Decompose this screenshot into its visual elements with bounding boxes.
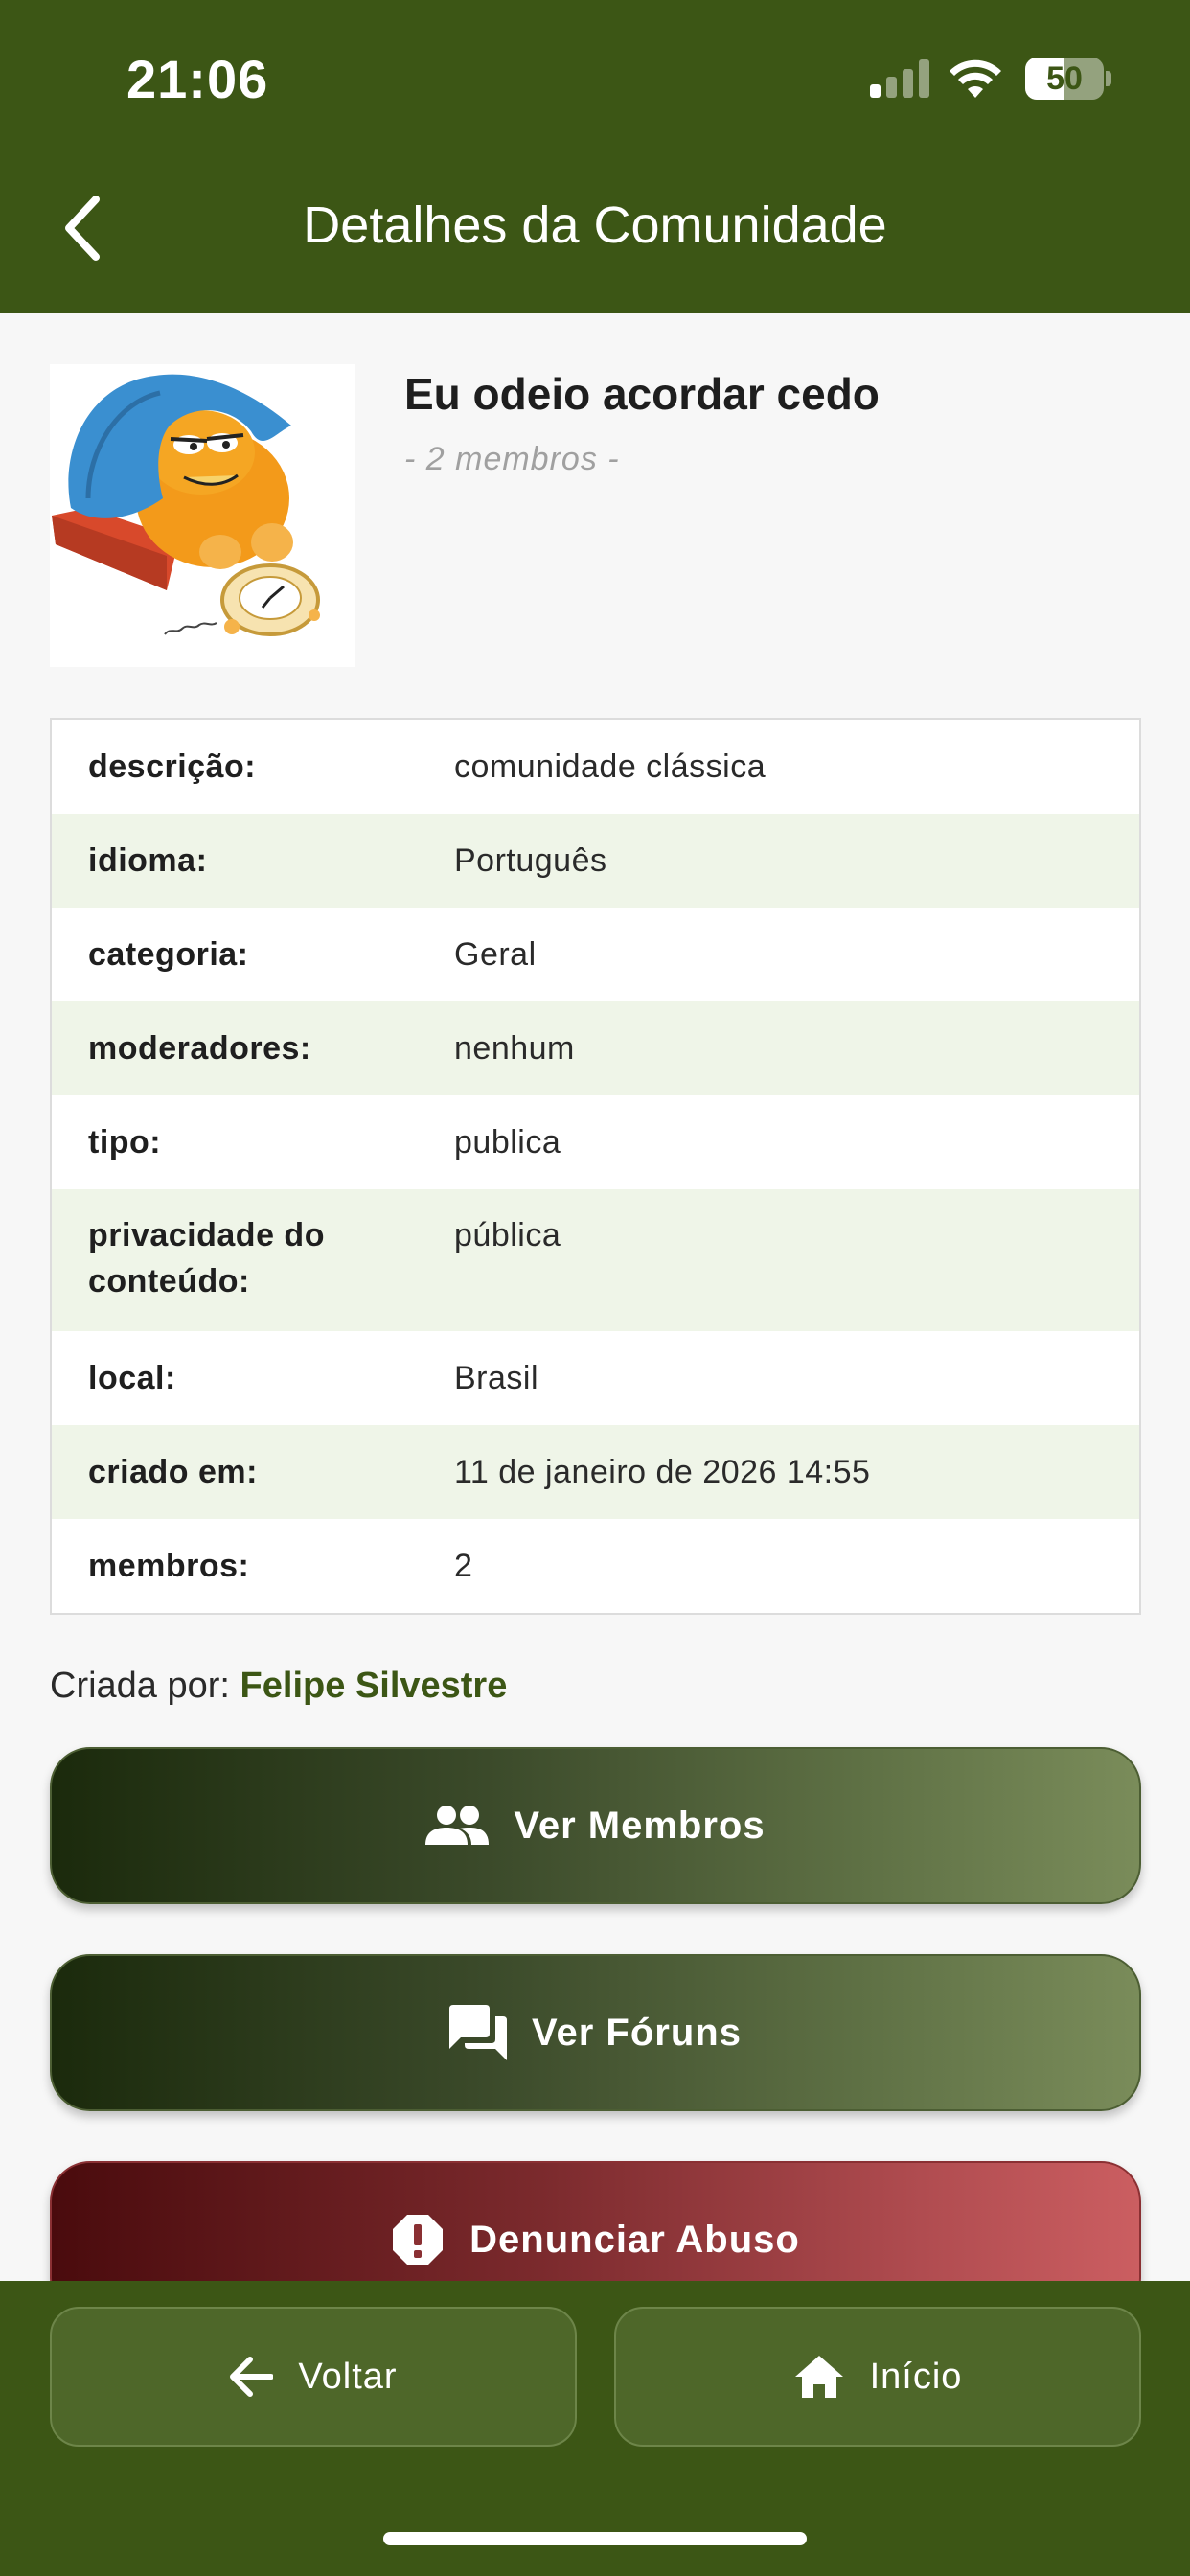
detail-value: Português: [454, 842, 607, 879]
view-members-button[interactable]: Ver Membros: [50, 1747, 1141, 1904]
home-nav-button[interactable]: Início: [614, 2307, 1141, 2447]
detail-label: categoria:: [88, 936, 249, 973]
status-time: 21:06: [126, 49, 269, 109]
detail-row-privacy: privacidade do conteúdo: pública: [52, 1189, 1139, 1331]
detail-value: publica: [454, 1124, 561, 1161]
detail-label: moderadores:: [88, 1030, 311, 1067]
back-nav-button[interactable]: Voltar: [50, 2307, 577, 2447]
detail-row-moderators: moderadores: nenhum: [52, 1001, 1139, 1095]
detail-value: nenhum: [454, 1030, 575, 1067]
app-header: 21:06 50 Detalhes da Comunidade: [0, 0, 1190, 313]
detail-label: idioma:: [88, 842, 208, 879]
home-indicator[interactable]: [383, 2532, 807, 2545]
community-member-count: - 2 membros -: [404, 441, 620, 477]
detail-label: membros:: [88, 1548, 250, 1584]
forum-icon: [449, 2005, 508, 2060]
report-abuse-label: Denunciar Abuso: [469, 2218, 800, 2261]
creator-prefix: Criada por:: [50, 1666, 230, 1706]
community-name: Eu odeio acordar cedo: [404, 369, 880, 419]
detail-value: Geral: [454, 936, 537, 973]
arrow-left-icon: [230, 2357, 274, 2397]
detail-row-location: local: Brasil: [52, 1331, 1139, 1425]
detail-label: local:: [88, 1360, 176, 1396]
back-nav-label: Voltar: [298, 2356, 398, 2397]
detail-row-members: membros: 2: [52, 1519, 1139, 1613]
detail-label: descrição:: [88, 748, 257, 785]
wifi-icon: [950, 59, 1001, 98]
detail-value: pública: [454, 1217, 561, 1254]
view-forums-label: Ver Fóruns: [532, 2011, 742, 2054]
community-details-table: descrição: comunidade clássica idioma: P…: [50, 718, 1141, 1615]
detail-row-description: descrição: comunidade clássica: [52, 720, 1139, 814]
detail-value: 11 de janeiro de 2026 14:55: [454, 1454, 871, 1490]
detail-value: 2: [454, 1548, 473, 1584]
page-title: Detalhes da Comunidade: [303, 196, 887, 254]
battery-icon: 50: [1025, 58, 1111, 100]
detail-row-language: idioma: Português: [52, 814, 1139, 908]
home-icon: [794, 2356, 843, 2398]
alert-icon: [393, 2215, 444, 2265]
home-nav-label: Início: [869, 2356, 963, 2397]
creator-line: Criada por: Felipe Silvestre: [50, 1666, 507, 1707]
view-forums-button[interactable]: Ver Fóruns: [50, 1954, 1141, 2111]
battery-percent: 50: [1046, 60, 1083, 97]
people-icon: [425, 1806, 490, 1845]
community-image: [50, 364, 355, 667]
detail-value: Brasil: [454, 1360, 539, 1396]
view-members-label: Ver Membros: [514, 1804, 766, 1847]
detail-label: tipo:: [88, 1124, 162, 1161]
detail-value: comunidade clássica: [454, 748, 767, 785]
detail-row-category: categoria: Geral: [52, 908, 1139, 1001]
detail-label: criado em:: [88, 1454, 258, 1490]
detail-row-created: criado em: 11 de janeiro de 2026 14:55: [52, 1425, 1139, 1519]
creator-name-link[interactable]: Felipe Silvestre: [240, 1666, 508, 1706]
cellular-signal-icon: [870, 59, 931, 98]
detail-label: privacidade do conteúdo:: [88, 1217, 325, 1300]
detail-row-type: tipo: publica: [52, 1095, 1139, 1189]
